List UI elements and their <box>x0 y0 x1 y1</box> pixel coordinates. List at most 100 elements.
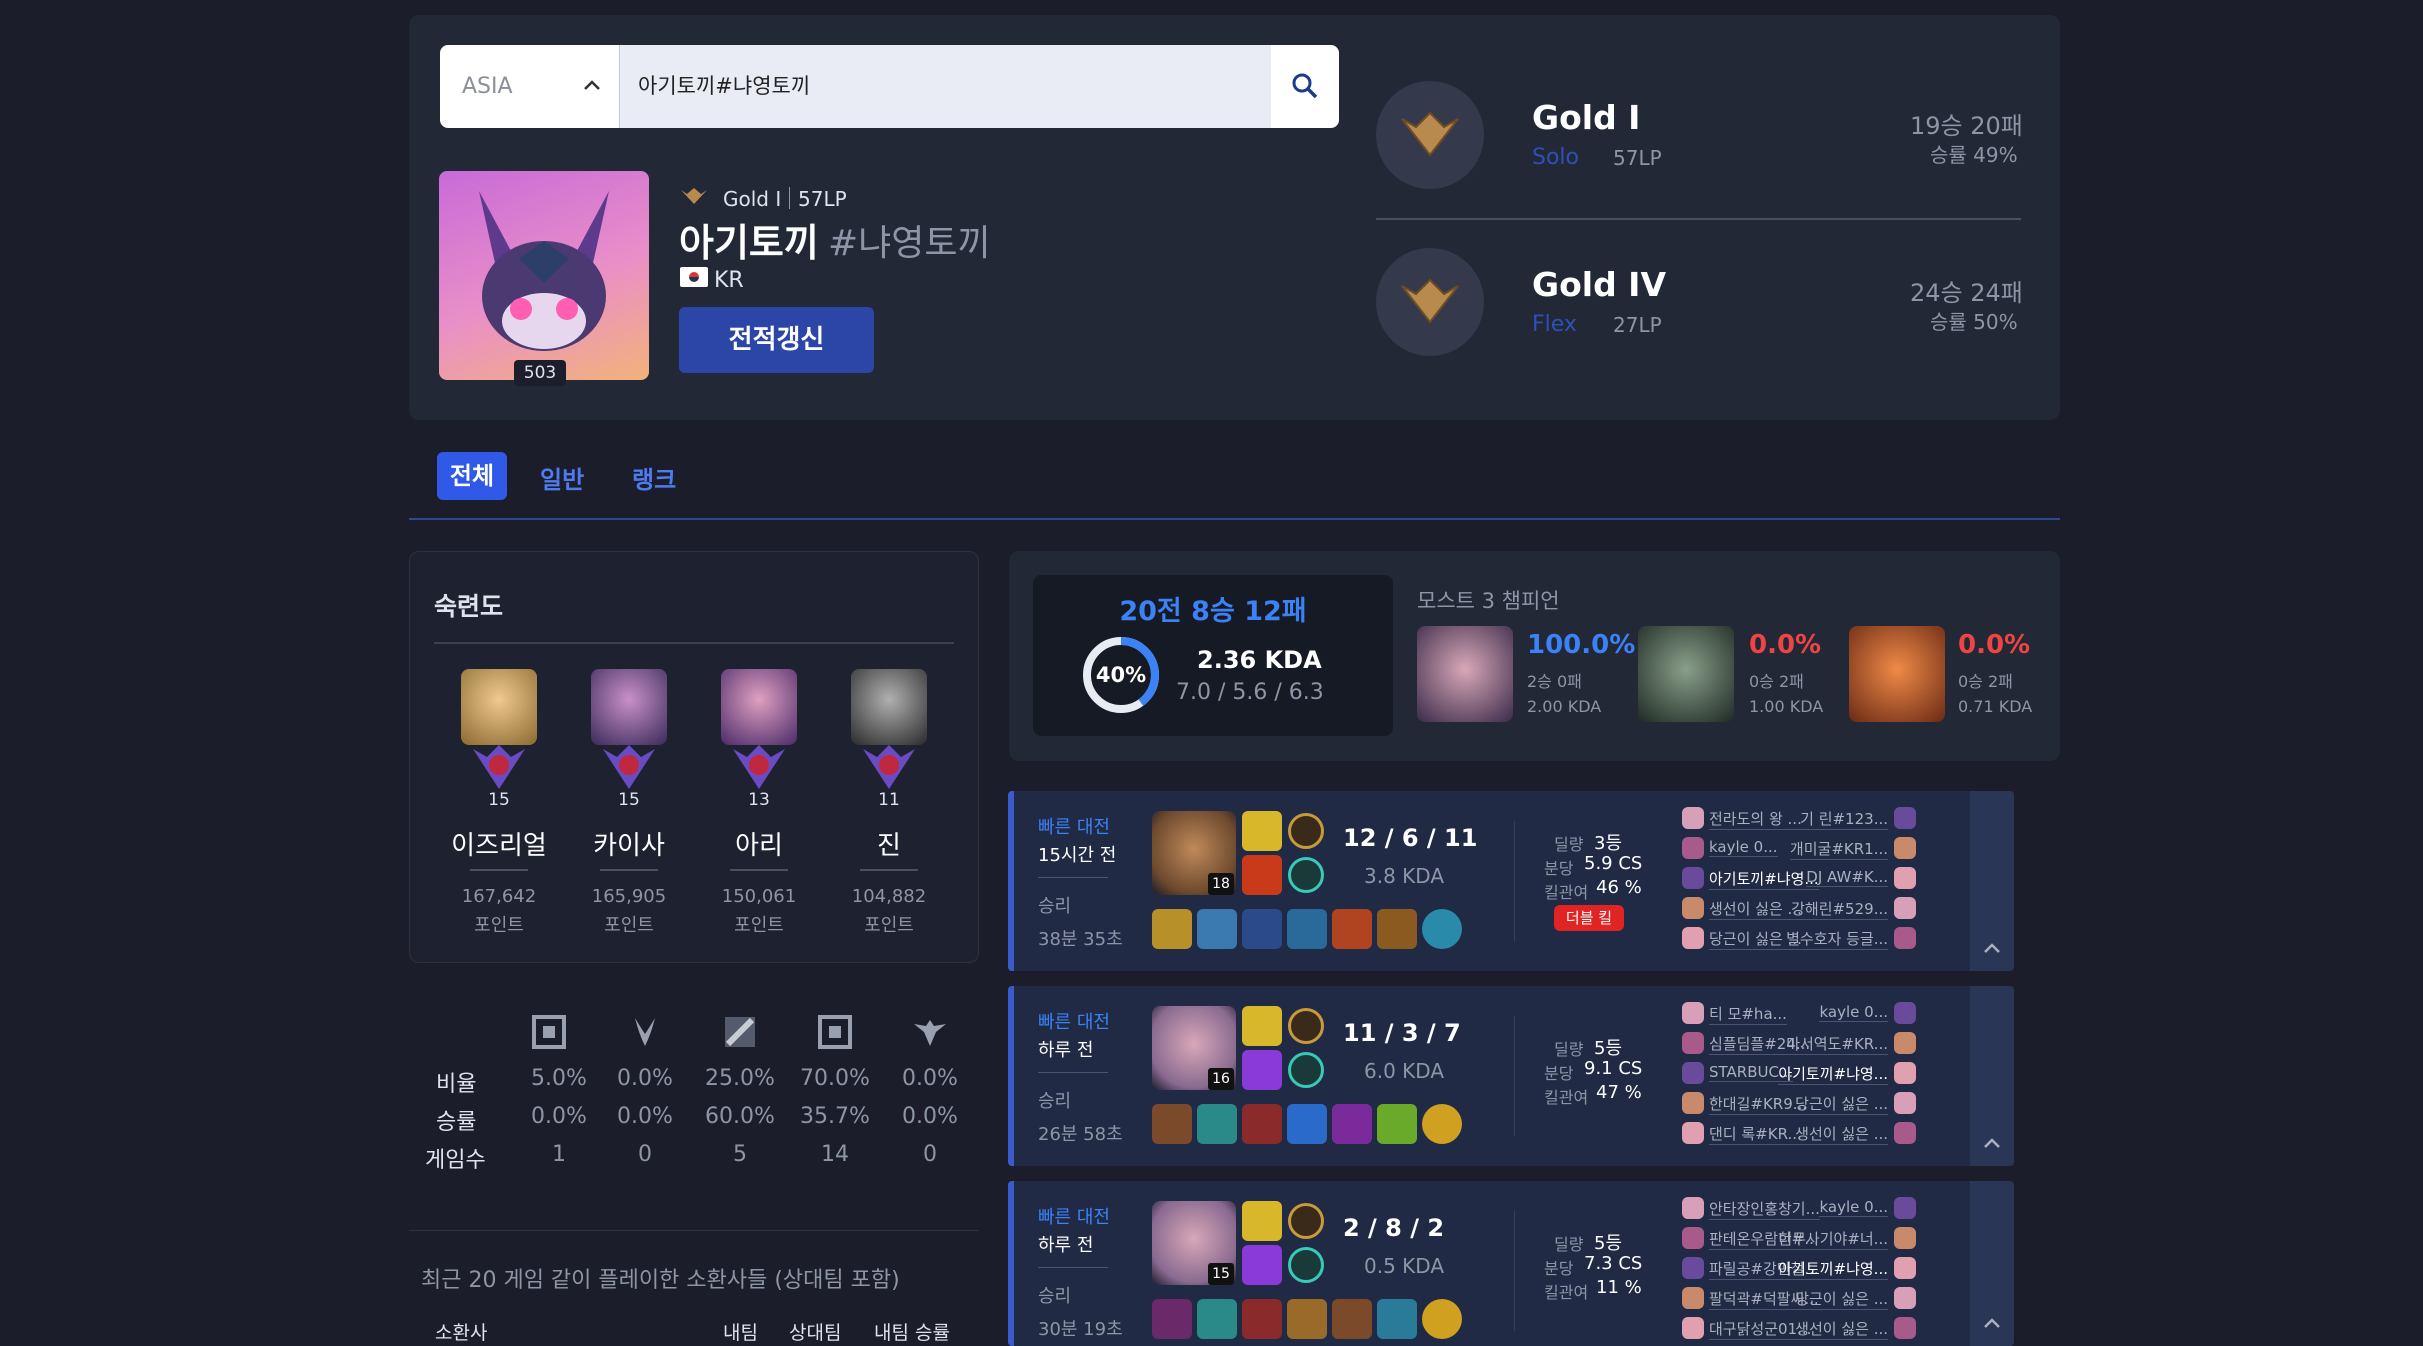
mastery-points: 167,642 <box>461 886 537 907</box>
player-champion-icon <box>1894 927 1916 949</box>
player-name[interactable]: 개미굴#KR1... <box>1789 838 1888 860</box>
stat-value: 35.7% <box>800 1104 870 1129</box>
expand-toggle[interactable] <box>1970 791 2014 971</box>
player-name[interactable]: 아기토끼#냐영... <box>1778 1063 1888 1085</box>
player-name[interactable]: 한대길#KR9... <box>1709 1093 1808 1115</box>
position-stats: 비율 5.0% 0.0% 25.0% 70.0% 0.0% 승률 0.0% 0.… <box>409 1000 979 1180</box>
summoner-tag: #냐영토끼 <box>828 223 991 264</box>
most-champions-title: 모스트 3 챔피언 <box>1417 589 1560 613</box>
match-kda-ratio: 6.0 KDA <box>1364 1059 1445 1083</box>
player-name[interactable]: 생선이 싫은 ... <box>1709 898 1802 920</box>
summoner-spell-icon <box>1242 1201 1282 1241</box>
stat-value: 60.0% <box>705 1104 775 1129</box>
match-row[interactable]: 빠른 대전 15시간 전 승리 38분 35초 18 12 / 6 / 11 3.8 KDA… <box>1008 791 2014 971</box>
player-champion-icon <box>1682 867 1704 889</box>
player-name[interactable]: kayle 0... <box>1819 1198 1888 1217</box>
player-name[interactable]: 생선이 싫은 ... <box>1795 1123 1888 1145</box>
player-champion-icon <box>1894 1092 1916 1114</box>
match-result: 승리 <box>1038 1091 1072 1112</box>
match-kda: 2 / 8 / 2 <box>1343 1214 1445 1242</box>
player-name[interactable]: 기 린#123... <box>1800 808 1888 830</box>
stat-value: 70.0% <box>800 1066 870 1091</box>
header-my-team: 내팀 <box>723 1322 758 1344</box>
solo-rank-emblem <box>1376 81 1484 189</box>
most-winrate: 0.0% <box>1749 630 1822 660</box>
stat-value: 25.0% <box>705 1066 775 1091</box>
player-name[interactable]: 별수호자 등글... <box>1786 928 1888 950</box>
match-divider <box>1038 1072 1108 1073</box>
player-name[interactable]: DJ AW#K... <box>1806 868 1888 887</box>
record-summary: 20전 8승 12패 <box>1119 596 1307 627</box>
most-winrate: 0.0% <box>1958 630 2031 660</box>
tab-ranked[interactable]: 랭크 <box>632 460 676 495</box>
tab-normal[interactable]: 일반 <box>540 460 584 495</box>
rune-icon <box>1288 813 1324 849</box>
player-champion-icon <box>1894 1257 1916 1279</box>
expand-toggle[interactable] <box>1970 986 2014 1166</box>
expand-toggle[interactable] <box>1970 1181 2014 1346</box>
mastery-item: 11 진 104,882 포인트 <box>820 665 958 945</box>
cs-label: 분당 <box>1544 1259 1574 1278</box>
player-name[interactable]: 아기토끼#냐영... <box>1709 868 1819 890</box>
refresh-button[interactable]: 전적갱신 <box>679 307 874 373</box>
player-name[interactable]: 전라도의 왕 ... <box>1709 808 1802 830</box>
player-name[interactable]: 생선이 싫은 ... <box>1795 1318 1888 1340</box>
solo-winrate: 승률 49% <box>1930 143 2018 167</box>
stat-value: 0.0% <box>902 1066 958 1091</box>
most-record: 0승 2패 <box>1749 672 1804 691</box>
chevron-up-icon <box>1984 943 2000 953</box>
region-select[interactable]: ASIA <box>440 45 620 128</box>
kill-participation-label: 킬관여 <box>1544 1088 1589 1107</box>
match-time: 15시간 전 <box>1038 845 1117 866</box>
solo-record: 19승 20패 <box>1910 112 2023 140</box>
player-champion-icon <box>1894 897 1916 919</box>
player-champion-icon <box>1894 1122 1916 1144</box>
player-name[interactable]: 당근이 싫은 ... <box>1795 1093 1888 1115</box>
player-name[interactable]: 마서역도#KR... <box>1786 1033 1888 1055</box>
player-name[interactable]: kayle 0... <box>1819 1003 1888 1022</box>
stat-value: 0.0% <box>617 1104 673 1129</box>
match-row[interactable]: 빠른 대전 하루 전 승리 30분 19초 15 2 / 8 / 2 0.5 KDA 딜량 5등… <box>1008 1181 2014 1346</box>
mastery-crest-icon <box>473 745 525 789</box>
player-name[interactable]: 안타장인홍창기... <box>1709 1198 1820 1220</box>
item-icon <box>1242 1299 1282 1339</box>
match-kda-ratio: 3.8 KDA <box>1364 864 1445 888</box>
solo-lp: 57LP <box>1613 146 1662 170</box>
match-row[interactable]: 빠른 대전 하루 전 승리 26분 58초 16 11 / 3 / 7 6.0 KDA 딜량 5… <box>1008 986 2014 1166</box>
flex-rank-emblem <box>1376 248 1484 356</box>
name-underline <box>730 869 788 871</box>
item-icon <box>1287 1299 1327 1339</box>
winrate-percent: 40% <box>1095 663 1147 687</box>
search-input[interactable]: 아기토끼#냐영토끼 <box>619 45 1271 128</box>
player-name[interactable]: 댄디 록#KR... <box>1709 1123 1802 1145</box>
player-champion-icon <box>1682 837 1704 859</box>
kill-participation: 46 % <box>1596 877 1642 898</box>
champion-portrait <box>851 669 927 745</box>
player-name[interactable]: 강해린#529... <box>1791 898 1888 920</box>
champion-portrait <box>461 669 537 745</box>
player-champion-icon <box>1682 1002 1704 1024</box>
champion-name: 진 <box>877 831 901 861</box>
solo-queue-label: Solo <box>1532 145 1579 170</box>
jungle-icon <box>635 1018 655 1046</box>
player-name[interactable]: kayle 0... <box>1709 838 1778 857</box>
tabs-divider <box>409 518 2060 520</box>
player-name[interactable]: 티 모#ha... <box>1709 1003 1787 1025</box>
name-underline <box>470 869 528 871</box>
player-name[interactable]: 아기토끼#냐영... <box>1778 1258 1888 1280</box>
player-name[interactable]: 당근이 싫은 ... <box>1795 1288 1888 1310</box>
search-button[interactable] <box>1271 45 1339 128</box>
champion-name: 아리 <box>735 831 783 861</box>
champion-level: 15 <box>1208 1263 1234 1285</box>
damage-rank-label: 딜량 <box>1554 1040 1584 1059</box>
header-enemy-team: 상대팀 <box>789 1322 842 1344</box>
item-icon <box>1332 1299 1372 1339</box>
section-divider <box>409 1230 979 1231</box>
player-champion-icon <box>1682 1062 1704 1084</box>
player-name[interactable]: 너무사기야#너... <box>1778 1228 1888 1250</box>
stat-value: 5.0% <box>531 1066 587 1091</box>
champion-level: 18 <box>1208 873 1234 895</box>
tab-all[interactable]: 전체 <box>437 452 507 500</box>
avatar <box>439 171 649 380</box>
match-mode: 빠른 대전 <box>1038 817 1110 838</box>
